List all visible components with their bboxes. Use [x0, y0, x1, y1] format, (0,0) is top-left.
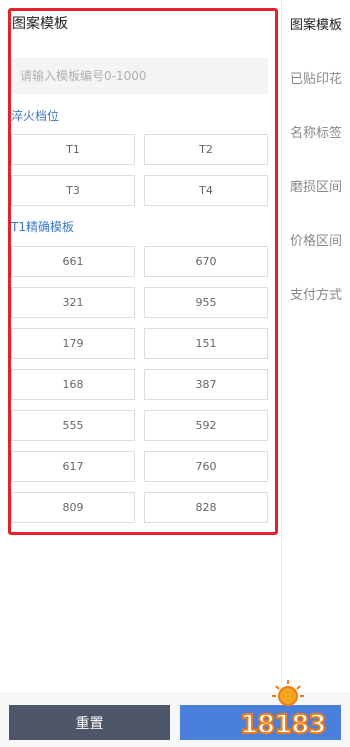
- sidebar-item-stickers[interactable]: 已贴印花: [290, 68, 342, 87]
- sidebar-item-name-tag[interactable]: 名称标签: [290, 122, 342, 141]
- quench-option-t2[interactable]: T2: [144, 134, 268, 165]
- template-option[interactable]: 760: [144, 451, 268, 482]
- quench-option-t3[interactable]: T3: [11, 175, 135, 206]
- template-option[interactable]: 661: [11, 246, 135, 277]
- filter-panel: 图案模板 淬火档位 T1 T2 T3 T4 T1精确模板 661 670 321…: [0, 0, 280, 700]
- t1-template-heading: T1精确模板: [11, 220, 74, 234]
- template-option[interactable]: 955: [144, 287, 268, 318]
- template-option[interactable]: 321: [11, 287, 135, 318]
- sidebar-item-price-range[interactable]: 价格区间: [290, 230, 342, 249]
- watermark-logo: 18183: [239, 678, 338, 740]
- reset-button[interactable]: 重置: [9, 705, 170, 740]
- quench-option-t1[interactable]: T1: [11, 134, 135, 165]
- quench-heading: 淬火档位: [11, 109, 60, 123]
- template-option[interactable]: 179: [11, 328, 135, 359]
- sidebar-item-wear-range[interactable]: 磨损区间: [290, 176, 342, 195]
- template-option[interactable]: 617: [11, 451, 135, 482]
- category-sidebar: 图案模板 已贴印花 名称标签 磨损区间 价格区间 支付方式: [281, 0, 350, 700]
- template-option[interactable]: 670: [144, 246, 268, 277]
- template-option[interactable]: 151: [144, 328, 268, 359]
- sun-icon: [272, 680, 304, 706]
- watermark-text: 18183: [239, 710, 327, 740]
- quench-option-t4[interactable]: T4: [144, 175, 268, 206]
- template-search-input[interactable]: [11, 58, 268, 94]
- template-option[interactable]: 555: [11, 410, 135, 441]
- template-option[interactable]: 828: [144, 492, 268, 523]
- t1-template-grid: 661 670 321 955 179 151 168 387 555 592 …: [11, 246, 268, 523]
- template-option[interactable]: 168: [11, 369, 135, 400]
- template-option[interactable]: 809: [11, 492, 135, 523]
- sidebar-item-payment[interactable]: 支付方式: [290, 284, 342, 303]
- sidebar-item-pattern-template[interactable]: 图案模板: [290, 14, 342, 33]
- page-title: 图案模板: [12, 16, 68, 32]
- template-option[interactable]: 387: [144, 369, 268, 400]
- template-option[interactable]: 592: [144, 410, 268, 441]
- quench-grid: T1 T2 T3 T4: [11, 134, 268, 206]
